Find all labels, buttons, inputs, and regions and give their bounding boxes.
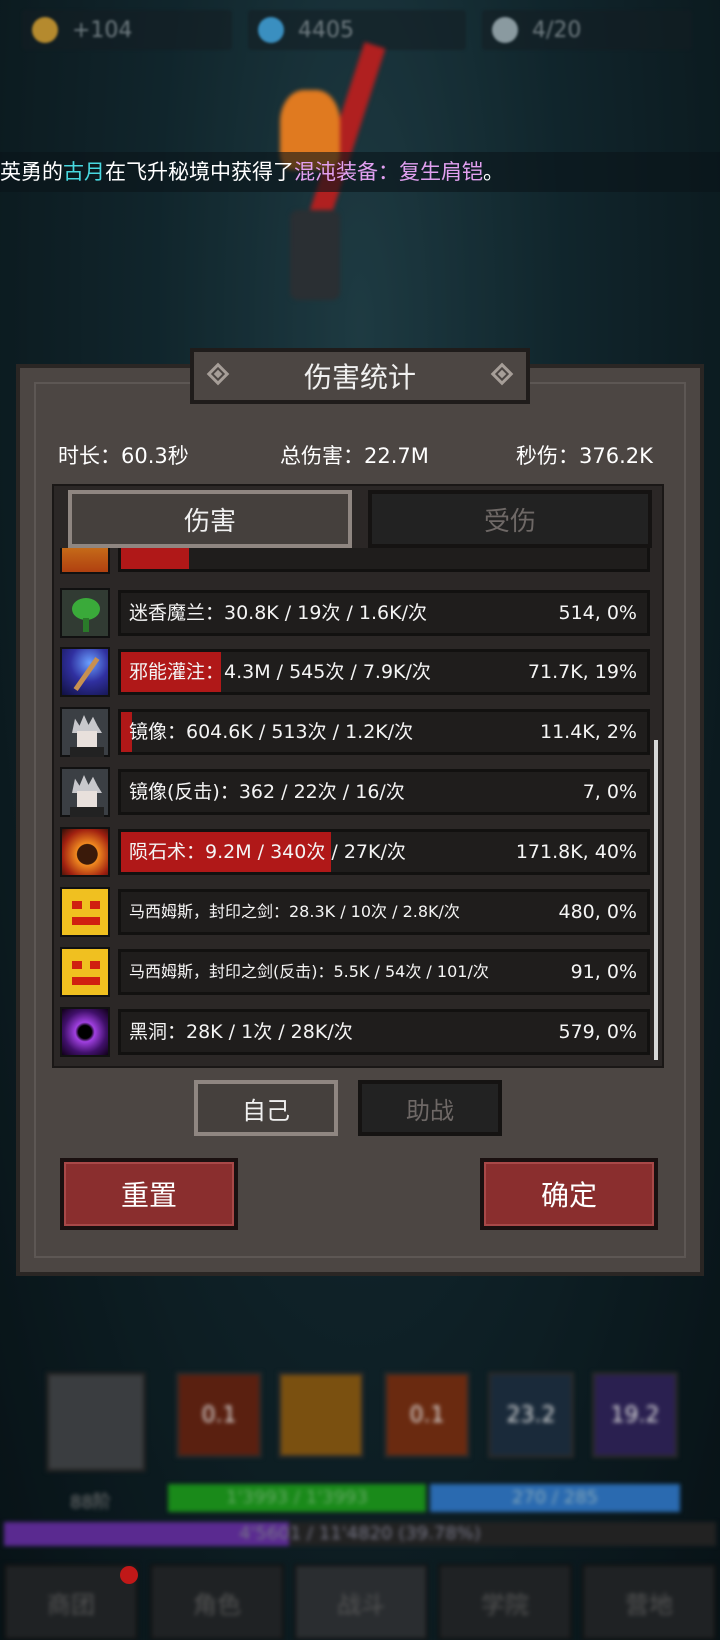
ticket-value: 4/20 (532, 17, 582, 43)
damage-bar: 马西姆斯，封印之剑(反击)：5.5K / 54次 / 101/次 91, 0% (118, 949, 650, 995)
sealed-sword-mask-icon (60, 887, 110, 937)
diamond-ornament-icon (490, 362, 514, 386)
list-item: 陨石术：9.2M / 340次 / 27K/次 171.8K, 40% (60, 827, 654, 877)
nav-academy[interactable]: 学院 (438, 1564, 572, 1640)
skill-damage-value: 71.7K, 19% (527, 661, 637, 683)
reset-button[interactable]: 重置 (60, 1158, 238, 1230)
tab-assist[interactable]: 助战 (358, 1080, 502, 1136)
skill-damage-label: 镜像(反击)：362 / 22次 / 16/次 (129, 781, 405, 803)
list-item: 镜像：604.6K / 513次 / 1.2K/次 11.4K, 2% (60, 707, 654, 757)
skill-damage-value: 11.4K, 2% (540, 721, 637, 743)
skill-damage-value: 91, 0% (570, 961, 637, 983)
announcement-middle: 在飞升秘境中获得了 (105, 160, 294, 184)
list-item: 马西姆斯，封印之剑(反击)：5.5K / 54次 / 101/次 91, 0% (60, 947, 654, 997)
tab-damage-taken[interactable]: 受伤 (368, 490, 652, 548)
panel-title: 伤害统计 (190, 348, 530, 404)
gold-value: +104 (72, 17, 133, 43)
list-scrollbar[interactable] (654, 740, 658, 1060)
nav-character[interactable]: 角色 (150, 1564, 284, 1640)
hero-level: 88阶 (70, 1492, 111, 1513)
list-item: 马西姆斯，封印之剑：28.3K / 10次 / 2.8K/次 480, 0% (60, 887, 654, 937)
skill-damage-label: 马西姆斯，封印之剑(反击)：5.5K / 54次 / 101/次 (129, 962, 489, 981)
damage-bar: 迷香魔兰：30.8K / 19次 / 1.6K/次 514, 0% (118, 590, 650, 636)
gold-coin-icon (32, 17, 58, 43)
ticket-counter: 4/20 (482, 10, 692, 50)
dps-stat: 秒伤：376.2K (516, 444, 653, 468)
announcement-banner: 英勇的古月在飞升秘境中获得了混沌装备：复生肩铠。 (0, 152, 720, 192)
list-item: 镜像(反击)：362 / 22次 / 16/次 7, 0% (60, 767, 654, 817)
skill-icon (60, 548, 110, 574)
skill-slot[interactable] (278, 1372, 364, 1458)
announcement-suffix: 。 (483, 160, 504, 184)
meteor-icon (60, 827, 110, 877)
damage-rows[interactable]: 迷香魔兰：30.8K / 19次 / 1.6K/次 514, 0% 邪能灌注：4… (60, 548, 654, 1064)
list-item: 黑洞：28K / 1次 / 28K/次 579, 0% (60, 1007, 654, 1057)
skill-damage-value: 514, 0% (558, 602, 638, 624)
skill-damage-label: 马西姆斯，封印之剑：28.3K / 10次 / 2.8K/次 (129, 902, 460, 921)
total-damage-stat: 总伤害：22.7M (280, 444, 429, 468)
tab-self[interactable]: 自己 (194, 1080, 338, 1136)
xp-text: 4'5601 / 11'4820 (39.78%) (239, 1523, 481, 1544)
hp-bar: 1'3993 / 1'3993 (168, 1484, 426, 1512)
mirror-image-icon (60, 767, 110, 817)
skill-damage-value: 480, 0% (558, 901, 638, 923)
damage-bar: 黑洞：28K / 1次 / 28K/次 579, 0% (118, 1009, 650, 1055)
skill-damage-label: 陨石术：9.2M / 340次 / 27K/次 (129, 841, 406, 863)
damage-bar: 镜像(反击)：362 / 22次 / 16/次 7, 0% (118, 769, 650, 815)
announcement-prefix: 英勇的 (0, 160, 63, 184)
sealed-sword-mask-icon (60, 947, 110, 997)
black-hole-icon (60, 1007, 110, 1057)
list-item (60, 548, 654, 574)
nav-battle[interactable]: 战斗 (294, 1564, 428, 1640)
hero-portrait[interactable] (46, 1372, 146, 1472)
confirm-button[interactable]: 确定 (480, 1158, 658, 1230)
notification-dot (120, 1566, 138, 1584)
skill-damage-value: 7, 0% (582, 781, 637, 803)
magic-staff-icon (60, 647, 110, 697)
nav-camp[interactable]: 营地 (582, 1564, 716, 1640)
panel-title-text: 伤害统计 (303, 361, 416, 394)
list-item: 迷香魔兰：30.8K / 19次 / 1.6K/次 514, 0% (60, 588, 654, 638)
skill-slot[interactable]: 0.1 (384, 1372, 470, 1458)
skill-damage-value: 579, 0% (558, 1021, 638, 1043)
damage-bar: 马西姆斯，封印之剑：28.3K / 10次 / 2.8K/次 480, 0% (118, 889, 650, 935)
nav-merchant[interactable]: 商团 (4, 1564, 138, 1640)
ticket-icon (492, 17, 518, 43)
mirror-image-icon (60, 707, 110, 757)
damage-bar: 陨石术：9.2M / 340次 / 27K/次 171.8K, 40% (118, 829, 650, 875)
damage-bar: 邪能灌注：4.3M / 545次 / 7.9K/次 71.7K, 19% (118, 649, 650, 695)
announcement-player: 古月 (63, 160, 105, 184)
skill-damage-value: 171.8K, 40% (515, 841, 637, 863)
plant-icon (60, 588, 110, 638)
mp-bar: 270 / 285 (430, 1484, 680, 1512)
diamond-ornament-icon (206, 362, 230, 386)
xp-bar: 4'5601 / 11'4820 (39.78%) (4, 1522, 716, 1546)
tab-damage[interactable]: 伤害 (68, 490, 352, 548)
gem-value: 4405 (298, 17, 354, 43)
skill-damage-label: 黑洞：28K / 1次 / 28K/次 (129, 1021, 353, 1043)
list-item: 邪能灌注：4.3M / 545次 / 7.9K/次 71.7K, 19% (60, 647, 654, 697)
skill-slot[interactable]: 0.1 (176, 1372, 262, 1458)
damage-bar: 镜像：604.6K / 513次 / 1.2K/次 11.4K, 2% (118, 709, 650, 755)
duration-stat: 时长：60.3秒 (58, 444, 189, 468)
announcement-item: 混沌装备：复生肩铠 (294, 160, 483, 184)
skill-slot[interactable]: 19.2 (592, 1372, 678, 1458)
gold-counter: +104 (22, 10, 232, 50)
skill-damage-label: 迷香魔兰：30.8K / 19次 / 1.6K/次 (129, 602, 427, 624)
skill-damage-label: 邪能灌注：4.3M / 545次 / 7.9K/次 (129, 661, 431, 683)
skill-slot[interactable]: 23.2 (488, 1372, 574, 1458)
damage-bar (118, 548, 650, 572)
skill-damage-label: 镜像：604.6K / 513次 / 1.2K/次 (129, 721, 414, 743)
